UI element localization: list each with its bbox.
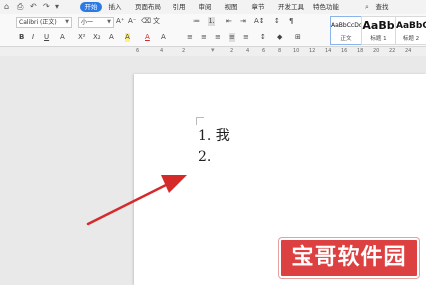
site-watermark-logo: 宝哥软件园 (279, 238, 419, 278)
